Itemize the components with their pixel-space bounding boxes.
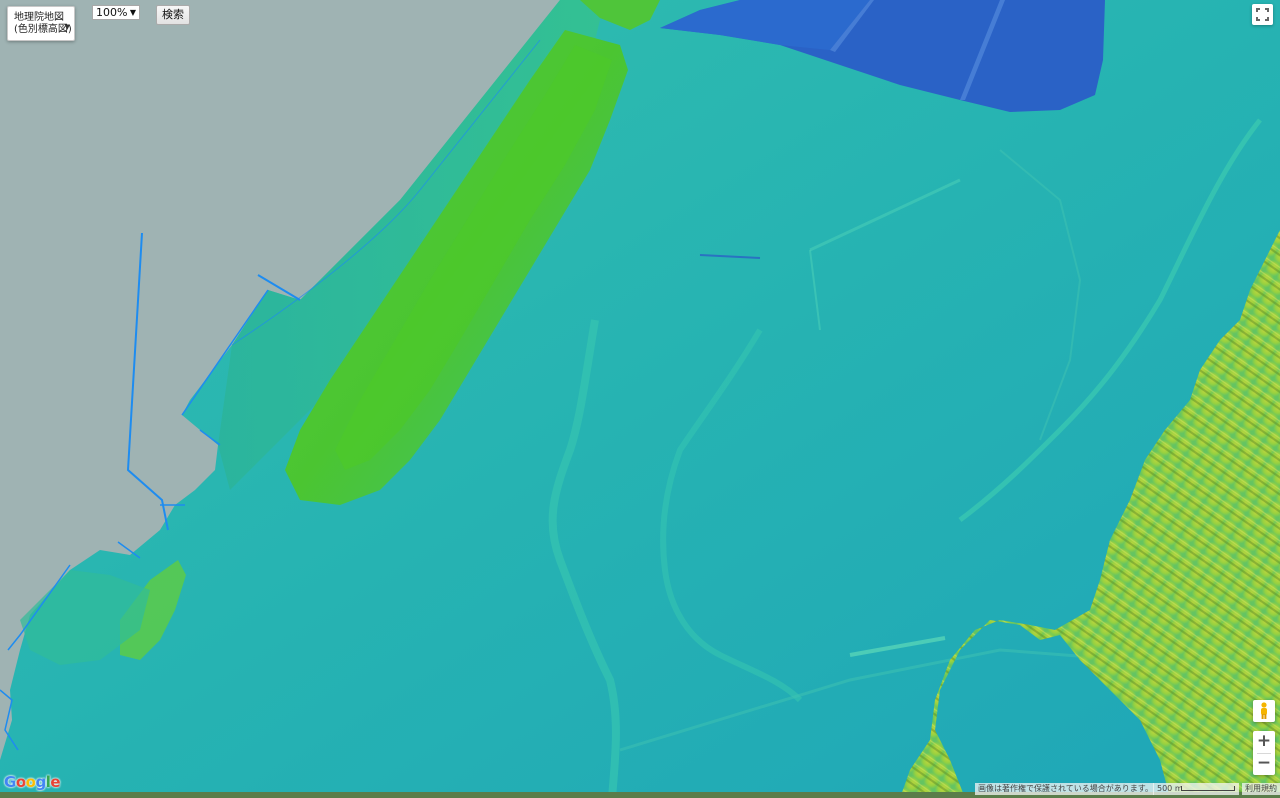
opacity-selector[interactable]: 100% ▼ xyxy=(92,5,140,20)
fullscreen-button[interactable] xyxy=(1252,4,1273,25)
map-canvas[interactable] xyxy=(0,0,1280,798)
dropdown-caret-icon: ▼ xyxy=(64,23,70,31)
scale-label: 500 m xyxy=(1157,784,1183,793)
scale-bar[interactable]: 500 m xyxy=(1153,783,1239,795)
zoom-out-icon[interactable]: − xyxy=(1253,753,1275,775)
elevation-map-terrain xyxy=(0,0,1280,798)
fullscreen-icon xyxy=(1256,8,1269,21)
zoom-in-icon[interactable]: + xyxy=(1253,731,1275,753)
opacity-value: 100% xyxy=(96,6,128,19)
dropdown-caret-icon: ▼ xyxy=(129,8,136,17)
scale-bar-line xyxy=(1181,786,1235,791)
google-logo[interactable]: Google xyxy=(4,773,61,791)
attribution-text: 画像は著作権で保護されている場合があります。 xyxy=(975,783,1154,795)
zoom-controls: + − xyxy=(1253,731,1275,775)
street-view-button[interactable] xyxy=(1253,700,1275,722)
search-button[interactable]: 検索 xyxy=(156,5,190,25)
terms-link[interactable]: 利用規約 xyxy=(1242,783,1280,795)
pegman-icon xyxy=(1261,702,1267,719)
map-type-selector[interactable]: 地理院地図 (色別標高図) ▼ xyxy=(7,6,75,41)
